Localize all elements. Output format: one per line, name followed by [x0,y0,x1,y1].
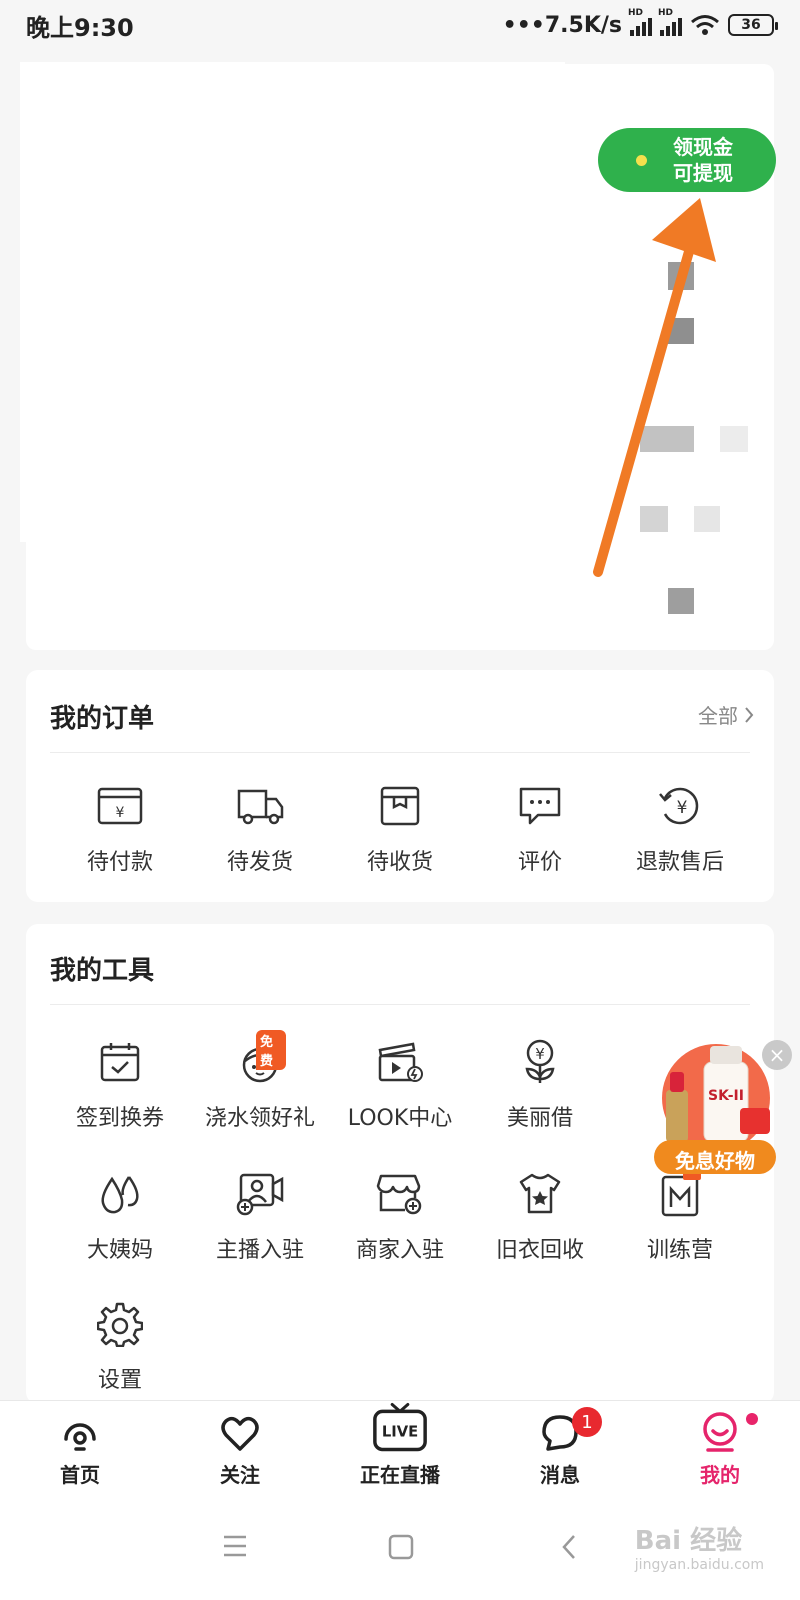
tool-streamer-join[interactable]: 主播入驻 [190,1168,330,1264]
network-speed: •••7.5K/s [502,12,622,38]
svg-text:SK-II: SK-II [708,1088,744,1104]
tool-clothes-recycle[interactable]: 旧衣回收 [470,1168,610,1264]
status-right: •••7.5K/s HD HD 36 [502,8,778,38]
message-badge: 1 [572,1407,602,1437]
notification-dot [746,1413,758,1425]
orders-card: 我的订单 全部 ¥ 待付款 待发货 待收货 评价 ¥ 退款售后 [26,670,774,902]
orders-title: 我的订单 [50,704,155,734]
tool-water-gift[interactable]: 免费 浇水领好礼 [190,1030,330,1132]
blurred-content [668,588,694,614]
cash-button-line2: 可提现 [673,161,733,185]
nav-live[interactable]: LIVE 正在直播 [320,1401,480,1502]
coin-dot-icon [636,154,647,166]
tool-merchant-join[interactable]: 商家入驻 [330,1168,470,1264]
nav-follow[interactable]: 关注 [160,1401,320,1502]
box-icon [374,780,426,832]
blurred-content [668,262,694,290]
plant-face-icon: 免费 [234,1030,286,1088]
drops-icon [94,1168,146,1220]
tool-settings[interactable]: 设置 [50,1298,190,1394]
profile-obscured-area [20,62,565,542]
svg-text:LIVE: LIVE [382,1424,418,1441]
order-pending-payment[interactable]: ¥ 待付款 [50,780,190,876]
orders-divider [50,752,750,753]
watermark: Bai 经验 jingyan.baidu.com [634,1526,764,1573]
close-icon[interactable]: × [762,1040,792,1070]
comment-icon [514,780,566,832]
gear-icon [94,1298,146,1350]
battery-icon: 36 [728,14,778,36]
wifi-icon [691,15,719,35]
order-refund[interactable]: ¥ 退款售后 [610,780,750,876]
truck-icon [234,780,286,832]
tool-beauty-loan[interactable]: ¥ 美丽借 [470,1036,610,1132]
chevron-right-icon [745,706,754,723]
get-cash-button[interactable]: 领现金 可提现 [598,128,776,192]
status-time: 晚上9:30 [26,13,134,42]
order-pending-shipment[interactable]: 待发货 [190,780,330,876]
bottom-nav: 首页 关注 LIVE 正在直播 1 消息 我的 [0,1400,800,1502]
signal-icon: HD [628,8,652,36]
svg-text:¥: ¥ [535,1045,545,1063]
back-icon[interactable] [560,1534,578,1560]
nav-me[interactable]: 我的 [640,1401,800,1502]
home-square-icon[interactable] [388,1534,414,1560]
shop-add-icon [374,1168,426,1220]
tool-training-camp[interactable]: 训练营 [610,1168,750,1264]
orders-all-link[interactable]: 全部 [698,700,754,729]
signal-icon: HD [658,8,682,36]
blurred-content [640,426,694,452]
tool-look-center[interactable]: LOOK中心 [330,1036,470,1132]
clapper-icon [374,1036,426,1088]
me-icon [703,1412,737,1452]
tools-title: 我的工具 [50,956,155,986]
tool-period-tracker[interactable]: 大姨妈 [50,1168,190,1264]
calendar-check-icon [94,1036,146,1088]
nav-messages[interactable]: 1 消息 [480,1401,640,1502]
nav-home[interactable]: 首页 [0,1401,160,1502]
tools-divider [50,1004,750,1005]
refund-yen-icon: ¥ [654,780,706,832]
floating-promo[interactable]: SK-II 免息好物 [652,1042,778,1176]
heart-icon [221,1416,259,1451]
blurred-content [694,506,720,532]
yen-flower-icon: ¥ [514,1036,566,1088]
free-tag: 免费 [256,1030,286,1070]
blurred-content [640,506,668,532]
wallet-yen-icon: ¥ [94,780,146,832]
streamer-icon [234,1168,286,1220]
live-tv-icon: LIVE [373,1402,427,1452]
tool-checkin-coupon[interactable]: 签到换券 [50,1036,190,1132]
shirt-star-icon [514,1168,566,1220]
status-bar: 晚上9:30 •••7.5K/s HD HD 36 [0,0,800,50]
order-review[interactable]: 评价 [470,780,610,876]
promo-label: 免息好物 [675,1149,755,1173]
cash-button-line1: 领现金 [673,135,733,159]
blurred-content [720,426,748,452]
svg-text:¥: ¥ [677,798,688,818]
order-pending-receipt[interactable]: 待收货 [330,780,470,876]
home-icon [64,1423,96,1451]
menu-icon[interactable] [222,1534,248,1558]
svg-text:¥: ¥ [116,805,125,821]
blurred-content [668,318,694,344]
